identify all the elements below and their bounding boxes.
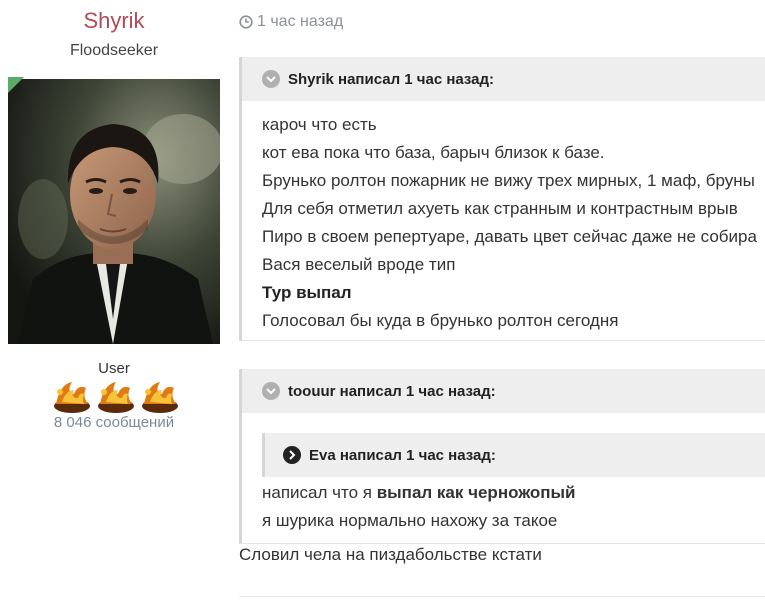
chevron-right-icon[interactable] xyxy=(283,446,301,464)
author-role: User xyxy=(98,360,130,377)
quote-header[interactable]: Shyrik написал 1 час назад: xyxy=(242,57,765,101)
quote-author: toouur написал 1 час назад: xyxy=(288,382,496,400)
quote-line: Тур выпал xyxy=(262,279,765,307)
chevron-down-icon[interactable] xyxy=(262,382,280,400)
quote-line: Брунько ролтон пожарник не вижу трех мир… xyxy=(262,171,755,190)
avatar[interactable] xyxy=(8,79,220,344)
post-date[interactable]: 1 час назад xyxy=(239,13,343,31)
quote-block: toouur написал 1 час назад: Eva написал … xyxy=(239,369,765,544)
flame-trophy-icon[interactable] xyxy=(96,378,136,414)
quote-author: Shyrik написал 1 час назад: xyxy=(288,70,495,88)
quote-line: я шурика нормально нахожу за такое xyxy=(262,511,558,530)
post-reply-text: Словил чела на пиздабольстве кстати xyxy=(239,545,542,564)
quote-line-bold: Тур выпал xyxy=(262,283,352,302)
quote-header[interactable]: toouur написал 1 час назад: xyxy=(242,369,765,413)
chevron-down-icon[interactable] xyxy=(262,70,280,88)
post-date-text: 1 час назад xyxy=(257,13,344,30)
nested-quote-author: Eva написал 1 час назад: xyxy=(309,446,496,464)
clock-icon xyxy=(239,15,253,29)
quote-line: Голосовал бы куда в брунько ролтон сегод… xyxy=(262,311,619,330)
nested-quote-header[interactable]: Eva написал 1 час назад: xyxy=(265,433,765,477)
author-title: Floodseeker xyxy=(69,42,159,59)
quote-block: Shyrik написал 1 час назад: кароч что ес… xyxy=(239,57,765,341)
quote-body: кароч что есть кот ева пока что база, ба… xyxy=(242,101,765,335)
awards xyxy=(52,378,180,414)
quote-line: кароч что есть xyxy=(262,115,377,134)
avatar-image xyxy=(8,79,220,344)
quote-body: написал что я выпал как черножопый я шур… xyxy=(242,477,765,535)
author-name[interactable]: Shyrik xyxy=(0,8,228,34)
flame-trophy-icon[interactable] xyxy=(52,378,92,414)
quote-line-bold: выпал как черножопый xyxy=(376,483,576,502)
quote-line-text: написал что я xyxy=(262,483,377,502)
flame-trophy-icon[interactable] xyxy=(140,378,180,414)
quote-line: Вася веселый вроде тип xyxy=(262,255,456,274)
quote-line: Пиро в своем репертуаре, давать цвет сей… xyxy=(262,227,757,246)
quote-line: Для себя отметил ахуеть как странным и к… xyxy=(262,199,738,218)
online-status-indicator xyxy=(8,77,24,93)
quote-line: кот ева пока что база, барыч близок к ба… xyxy=(262,143,605,162)
nested-quote: Eva написал 1 час назад: xyxy=(262,433,765,477)
quote-line: написал что я выпал как черножопый xyxy=(262,479,765,507)
post-divider xyxy=(239,596,765,597)
message-count: 8 046 сообщений xyxy=(53,414,175,431)
